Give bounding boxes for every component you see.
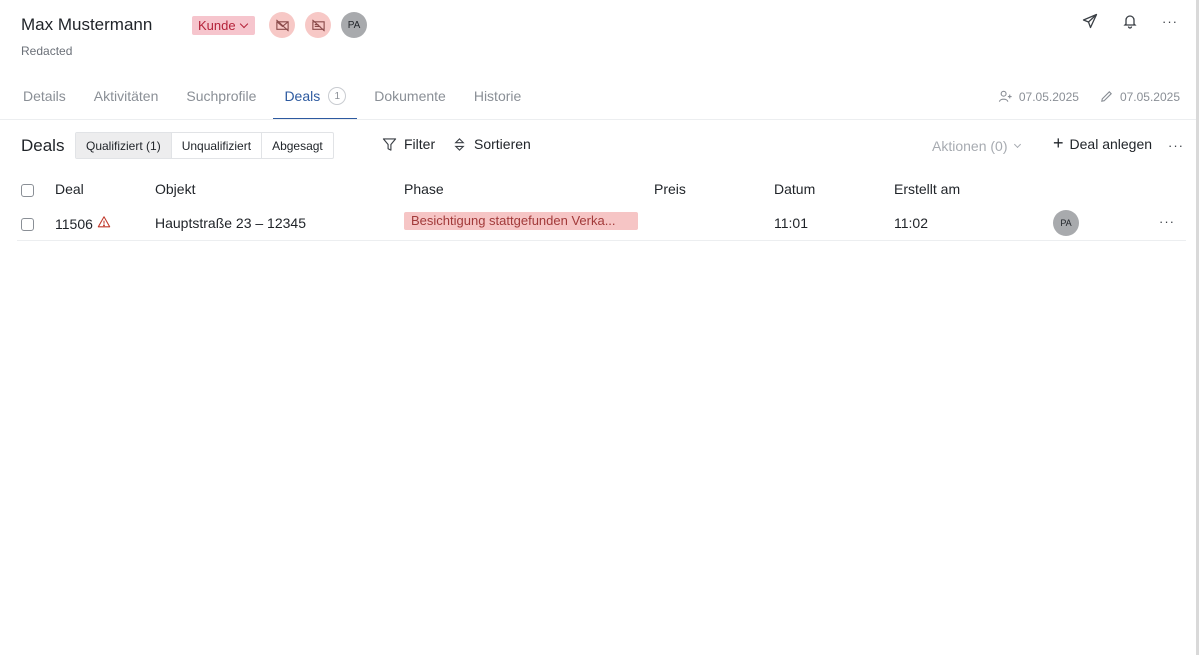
no-mail-icon <box>311 18 325 32</box>
no-email-button[interactable] <box>269 12 295 38</box>
column-header-phase[interactable]: Phase <box>404 181 444 197</box>
datum-cell: 11:01 <box>774 215 808 231</box>
owner-avatar[interactable]: PA <box>341 12 367 38</box>
filter-button[interactable]: Filter <box>382 136 435 152</box>
actions-dropdown[interactable]: Aktionen (0) <box>932 138 1022 154</box>
more-icon[interactable]: ··· <box>1168 139 1184 152</box>
plus-icon: + <box>1053 133 1064 153</box>
created-date: 07.05.2025 <box>1018 89 1079 104</box>
objekt-cell: Hauptstraße 23 – 12345 <box>155 215 306 231</box>
add-deal-button[interactable]: + Deal anlegen <box>1053 133 1152 153</box>
tab-dokumente[interactable]: Dokumente <box>363 78 457 120</box>
contact-type-label: Kunde <box>198 18 236 33</box>
avatar[interactable]: PA <box>1053 210 1079 236</box>
table-row[interactable]: 11506 Hauptstraße 23 – 12345 Besichtigun… <box>17 205 1186 241</box>
more-icon[interactable]: ··· <box>1161 12 1179 30</box>
tab-aktivitaeten[interactable]: Aktivitäten <box>83 78 170 120</box>
contact-subtitle: Redacted <box>21 44 73 58</box>
more-icon[interactable]: ··· <box>1159 215 1175 228</box>
tab-count-badge: 1 <box>328 87 347 105</box>
deal-id-cell: 11506 <box>55 215 111 232</box>
meta-dates: 07.05.2025 07.05.2025 <box>998 89 1180 104</box>
column-header-preis[interactable]: Preis <box>654 181 686 197</box>
contact-name: Max Mustermann <box>21 15 153 34</box>
contact-page: Max Mustermann Redacted Kunde PA ··· Det… <box>0 0 1199 655</box>
row-checkbox[interactable] <box>21 218 34 231</box>
erstellt-cell: 11:02 <box>894 215 928 231</box>
chevron-down-icon <box>239 19 248 29</box>
edited-date: 07.05.2025 <box>1119 89 1180 104</box>
tab-deals[interactable]: Deals 1 <box>273 78 358 120</box>
deal-id: 11506 <box>55 215 93 232</box>
notifications-button[interactable] <box>1121 12 1139 30</box>
column-header-deal[interactable]: Deal <box>55 181 84 197</box>
tab-bar: Details Aktivitäten Suchprofile Deals 1 … <box>12 78 538 120</box>
segment-unqualifiziert[interactable]: Unqualifiziert <box>170 133 261 158</box>
tabs-divider <box>0 119 1196 120</box>
bell-icon <box>1123 15 1137 29</box>
contact-type-dropdown[interactable]: Kunde <box>192 16 255 35</box>
tab-details[interactable]: Details <box>12 78 77 120</box>
no-mail-button[interactable] <box>305 12 331 38</box>
warning-icon <box>97 215 111 232</box>
qualification-filter: Qualifiziert (1) Unqualifiziert Abgesagt <box>75 132 334 159</box>
send-icon <box>1082 13 1098 29</box>
tab-historie[interactable]: Historie <box>463 78 532 120</box>
top-actions: ··· <box>1081 12 1179 30</box>
column-header-erstellt[interactable]: Erstellt am <box>894 181 960 197</box>
send-button[interactable] <box>1081 12 1099 30</box>
section-title: Deals <box>21 136 65 155</box>
tab-suchprofile[interactable]: Suchprofile <box>175 78 267 120</box>
select-all-checkbox[interactable] <box>21 184 34 197</box>
chevron-down-icon <box>1014 140 1022 149</box>
sort-button[interactable]: Sortieren <box>452 136 531 152</box>
created-info: 07.05.2025 <box>998 89 1079 104</box>
phase-badge: Besichtigung stattgefunden Verka... <box>404 212 638 230</box>
add-user-icon <box>998 90 1012 102</box>
segment-qualifiziert[interactable]: Qualifiziert (1) <box>76 133 171 158</box>
edited-info: 07.05.2025 <box>1099 89 1180 104</box>
segment-abgesagt[interactable]: Abgesagt <box>261 133 333 158</box>
column-header-objekt[interactable]: Objekt <box>155 181 195 197</box>
column-header-datum[interactable]: Datum <box>774 181 815 197</box>
no-email-icon <box>275 18 289 32</box>
sort-icon <box>454 137 465 151</box>
filter-icon <box>382 137 397 151</box>
pencil-icon <box>1101 91 1112 102</box>
